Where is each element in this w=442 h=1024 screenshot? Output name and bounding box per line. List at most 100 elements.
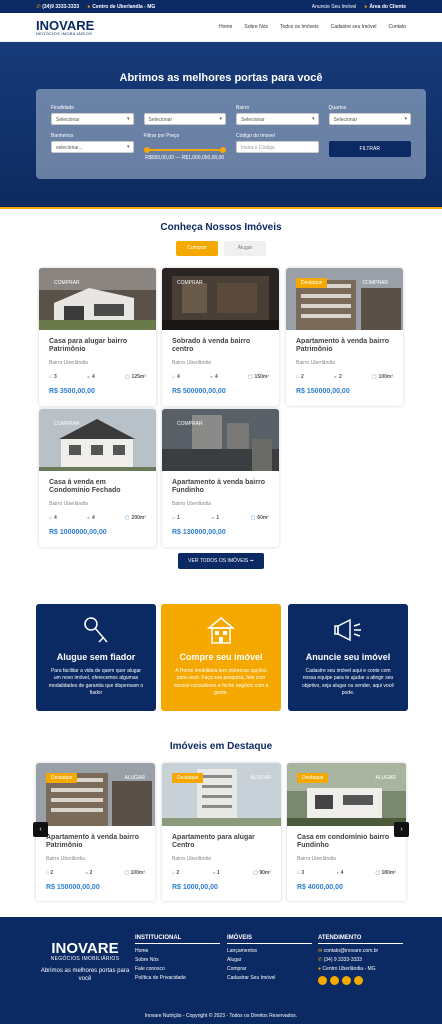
nav-contact[interactable]: Contato [388, 24, 406, 30]
nav-all-properties[interactable]: Todos os Imóveis [280, 24, 319, 30]
property-price: R$ 1000,00,00 [172, 884, 218, 891]
instagram-icon[interactable] [330, 976, 339, 985]
finalidade-select[interactable]: Selecionar [51, 113, 134, 125]
footer-email[interactable]: ✉ contato@inovare.com.br [318, 948, 403, 954]
property-card[interactable]: COMPRAR Casa para alugar bairro Patrimôn… [39, 268, 156, 406]
nav-home[interactable]: Home [219, 24, 232, 30]
area-icon: ▢ [124, 374, 130, 380]
purpose-tag: ALUGAR [250, 775, 271, 781]
price-range-slider[interactable]: R$050,00,00 — R$1,000,050,00,00 [143, 141, 226, 161]
property-title[interactable]: Casa à venda em Condomínio Fechado [49, 479, 146, 497]
service-buy[interactable]: Compre seu imóvel A Home Imobiliária tem… [161, 604, 281, 711]
finalidade-label: Finalidade [51, 105, 75, 111]
property-features: ⌂ 1 ◒ 1 ▢ 60m² [172, 515, 269, 521]
beds-count: 3 [301, 870, 305, 876]
phone-info[interactable]: ✆ (34)9 3333-3333 [36, 4, 79, 10]
service-announce[interactable]: Anuncie seu imóvel Cadastre seu imóvel a… [288, 604, 408, 711]
featured-card[interactable]: Destaque ALUGAR Apartamento à venda bair… [36, 763, 155, 901]
footer-link[interactable]: Cadastrar Seu Imóvel [227, 975, 312, 981]
carousel-prev-button[interactable]: ‹ [33, 822, 48, 837]
baths-count: 4 [91, 374, 95, 380]
featured-card[interactable]: Destaque ALUGAR Casa em condomínio bairr… [287, 763, 406, 901]
codigo-input[interactable]: Insira o Código [236, 141, 319, 153]
tipo-select[interactable]: Selecionar [143, 113, 226, 125]
baths-count: 4 [340, 870, 344, 876]
chevron-left-icon: ‹ [39, 826, 42, 833]
tab-comprar[interactable]: Comprar [176, 241, 218, 256]
footer-link[interactable]: Lançamentos [227, 948, 312, 954]
announce-link[interactable]: Anuncie Seu Imóvel [312, 4, 356, 10]
property-title[interactable]: Apartamento para alugar Centro [172, 834, 271, 852]
property-title[interactable]: Casa em condomínio bairro Fundinho [297, 834, 396, 852]
property-title[interactable]: Sobrado à venda bairro centro [172, 338, 269, 356]
property-photo: Destaque ALUGAR [36, 763, 155, 826]
phone-text: (34) 9 3333-3333 [323, 957, 362, 963]
logo[interactable]: INOVARE NEGÓCIOS IMOBILIÁRIOS [36, 19, 94, 36]
footer-link[interactable]: Alugar [227, 957, 312, 963]
price-filter-label: Filtrar por Preço [143, 133, 180, 139]
footer-link[interactable]: Sobre Nós [135, 957, 220, 963]
twitter-icon[interactable] [342, 976, 351, 985]
price-min-handle[interactable] [143, 147, 150, 153]
properties-section: Conheça Nossos Imóveis Comprar Alugar [0, 222, 442, 256]
key-icon [36, 614, 156, 646]
footer-link[interactable]: Comprar [227, 966, 312, 972]
codigo-label: Código do Imovel [236, 133, 275, 139]
property-location: Bairro Uberlândia [172, 856, 211, 862]
youtube-icon[interactable] [354, 976, 363, 985]
facebook-icon[interactable] [318, 976, 327, 985]
property-card[interactable]: COMPRAR Casa à venda em Condomínio Fecha… [39, 409, 156, 547]
property-location: Bairro Uberlândia [49, 360, 88, 366]
footer-brand: INOVARE NEGÓCIOS IMOBILIÁRIOS Abrimos as… [40, 941, 130, 984]
banheiros-select[interactable]: selecionar... [51, 141, 134, 153]
address-text: Centro Uberlândia - MG [322, 966, 376, 972]
service-rent[interactable]: Alugue sem fiador Para facilitar a vida … [36, 604, 156, 711]
banheiros-label: Banheiros [51, 133, 74, 139]
footer-tagline: Abrimos as melhores portas para você [40, 968, 130, 982]
property-features: ⌂ 2 ◒ 2 ▢ 100m² [296, 374, 393, 380]
service-title: Compre seu imóvel [179, 652, 263, 662]
featured-tag: Destaque [296, 278, 328, 288]
quartos-select[interactable]: Selecionar [328, 113, 411, 125]
price-range-track [145, 149, 224, 151]
property-title[interactable]: Apartamento à venda bairro Patrimônio [296, 338, 393, 356]
footer-address: ● Centro Uberlândia - MG [318, 966, 403, 972]
baths-count: 1 [217, 870, 220, 876]
property-card[interactable]: COMPRAR Apartamento à venda bairro Fundi… [162, 409, 279, 547]
tab-alugar[interactable]: Alugar [224, 241, 266, 256]
property-title[interactable]: Casa para alugar bairro Patrimônio [49, 338, 146, 356]
footer-phone[interactable]: ✆ (34) 9 3333-3333 [318, 957, 403, 963]
property-location: Bairro Uberlândia [296, 360, 335, 366]
baths-count: 1 [216, 515, 220, 521]
footer-logo[interactable]: INOVARE [40, 941, 130, 956]
footer-link[interactable]: Fale conosco [135, 966, 220, 972]
property-title[interactable]: Apartamento à venda bairro Patrimônio [46, 834, 145, 852]
property-features: ⌂ 2 ◒ 2 ▢ 100m² [46, 870, 145, 876]
baths-count: 4 [214, 374, 218, 380]
carousel-next-button[interactable]: › [394, 822, 409, 837]
footer-link[interactable]: Política de Privacidade [135, 975, 220, 981]
footer-link[interactable]: Home [135, 948, 220, 954]
client-area-link[interactable]: ● Área do Cliente [364, 4, 406, 10]
property-location: Bairro Uberlândia [46, 856, 85, 862]
view-all-button[interactable]: VER TODOS OS IMÓVEIS ➞ [178, 553, 264, 569]
area-icon: ▢ [124, 515, 130, 521]
bath-icon: ◒ [86, 515, 90, 521]
property-title[interactable]: Apartamento à venda bairro Fundinho [172, 479, 269, 497]
bairro-select[interactable]: Selecionar [236, 113, 319, 125]
beds-count: 3 [54, 374, 57, 380]
price-max-handle[interactable] [220, 147, 226, 153]
bath-icon: ◒ [211, 515, 215, 521]
nav-about[interactable]: Sobre Nós [244, 24, 268, 30]
filter-button[interactable]: FILTRAR [328, 141, 411, 157]
bed-icon: ⌂ [172, 515, 176, 521]
featured-card[interactable]: Destaque ALUGAR Apartamento para alugar … [162, 763, 281, 901]
property-card[interactable]: Destaque COMPRAR Apartamento à venda bai… [286, 268, 403, 406]
email-text: contato@inovare.com.br [323, 948, 379, 954]
property-card[interactable]: COMPRAR Sobrado à venda bairro centro Ba… [162, 268, 279, 406]
filter-spacer [329, 133, 412, 139]
nav-register-property[interactable]: Cadastre seu Imóvel [331, 24, 377, 30]
property-price: R$ 150000,00,00 [46, 884, 100, 891]
area-value: 200m² [131, 515, 146, 521]
bed-icon: ⌂ [296, 374, 300, 380]
